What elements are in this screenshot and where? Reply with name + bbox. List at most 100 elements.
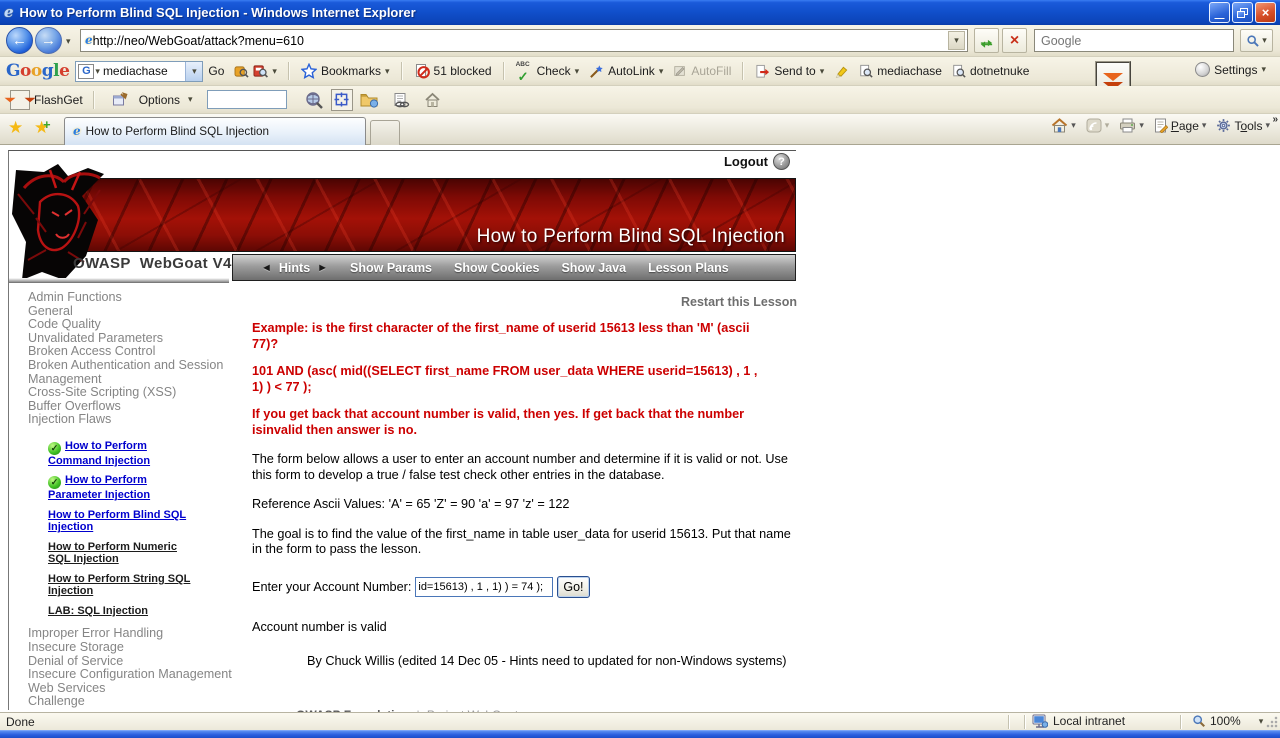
bookmarks-button[interactable]: Bookmarks ▾ [301, 63, 390, 79]
chevron-down-icon: ▾ [1071, 120, 1076, 131]
sidebar-category[interactable]: Insecure Storage [28, 641, 240, 655]
address-field[interactable]: e ▾ [80, 29, 968, 52]
sidebar-category[interactable]: General [28, 305, 240, 319]
status-bar: Done Local intranet 100% ▾ [0, 712, 1280, 730]
sidebar-category[interactable]: Broken Access Control [28, 345, 240, 359]
google-g-icon: G [78, 64, 94, 79]
page-menu-button[interactable]: Page ▾ [1154, 118, 1207, 133]
lesson-link[interactable]: How to Perform Command Injection [48, 440, 150, 467]
menu-item[interactable]: Lesson Plans [648, 261, 729, 275]
combo-dropdown-button[interactable]: ▾ [185, 62, 202, 81]
back-button[interactable]: ← [6, 27, 33, 54]
favorites-button[interactable]: ★ [8, 119, 23, 137]
site-search-dotnetnuke[interactable]: dotnetnuke [952, 64, 1029, 78]
hint-next-icon[interactable]: ► [317, 262, 328, 274]
forward-button[interactable]: → [35, 27, 62, 54]
sidebar-category[interactable]: Insecure Configuration Management [28, 668, 240, 682]
sidebar-category[interactable]: Unvalidated Parameters [28, 332, 240, 346]
search-site-button[interactable]: ▾ [234, 64, 277, 78]
minimize-button[interactable]: — [1209, 2, 1230, 23]
google-search-combo[interactable]: G ▾ mediachase ▾ [75, 61, 203, 82]
flashget-menu-button[interactable]: FlashGet [10, 90, 83, 110]
highlighter-button[interactable] [834, 64, 849, 79]
site-search-mediachase[interactable]: mediachase [859, 64, 942, 78]
zoom-control[interactable]: 100% ▾ [1192, 714, 1263, 728]
new-tab-stub[interactable] [370, 120, 400, 145]
hint-paragraph: 101 AND (asc( mid((SELECT first_name FRO… [252, 364, 767, 395]
chevron-down-icon[interactable]: ▾ [1259, 716, 1264, 727]
site-explorer-icon[interactable] [304, 91, 324, 109]
url-dropdown-button[interactable]: ▾ [948, 31, 965, 50]
sidebar-lesson[interactable]: ✓How to Perform Parameter Injection [48, 474, 200, 502]
stop-button[interactable]: × [1002, 28, 1027, 53]
flashget-home-icon[interactable] [424, 92, 441, 108]
home-button[interactable]: ▾ [1051, 118, 1076, 133]
search-box[interactable] [1034, 29, 1234, 52]
menu-item[interactable]: Show Params [350, 261, 432, 275]
account-number-input[interactable] [415, 577, 553, 597]
toolbar-overflow-button[interactable]: » [1272, 114, 1278, 125]
send-to-button[interactable]: Send to ▾ [755, 64, 824, 79]
sidebar-category[interactable]: Denial of Service [28, 655, 240, 669]
popup-blocker-button[interactable]: 51 blocked [414, 63, 492, 79]
print-button[interactable]: ▾ [1119, 118, 1144, 133]
spellcheck-button[interactable]: ABC✓ Check ▾ [516, 63, 580, 80]
blocked-count-label: 51 blocked [434, 64, 492, 78]
lesson-link[interactable]: LAB: SQL Injection [48, 605, 148, 617]
go-button[interactable]: Go! [557, 576, 589, 598]
autofill-label: AutoFill [691, 64, 731, 78]
sidebar-lesson[interactable]: LAB: SQL Injection [48, 605, 200, 618]
sidebar-category[interactable]: Admin Functions [28, 291, 240, 305]
menu-item[interactable]: Show Cookies [454, 261, 539, 275]
sidebar-category[interactable]: Broken Authentication and Session Manage… [28, 359, 240, 386]
flashget-search-input[interactable] [207, 90, 287, 109]
autolink-button[interactable]: AutoLink ▾ [589, 64, 663, 79]
restore-button[interactable] [1232, 2, 1253, 23]
sidebar-category[interactable]: Code Quality [28, 318, 240, 332]
sidebar-lesson[interactable]: How to Perform Numeric SQL Injection [48, 541, 200, 566]
tools-menu-button[interactable]: Tools ▾ [1216, 118, 1270, 133]
tab-active[interactable]: e How to Perform Blind SQL Injection [64, 117, 366, 145]
flashget-options-button[interactable]: Options ▾ [105, 92, 193, 108]
settings-button[interactable]: Settings ▾ [1195, 62, 1266, 77]
add-favorite-button[interactable]: ★+ [34, 119, 49, 137]
url-input[interactable] [93, 34, 948, 48]
sidebar-category[interactable]: Cross-Site Scripting (XSS) [28, 386, 240, 400]
go-button[interactable]: Go [208, 64, 224, 78]
tools-label-rest: ols [1247, 119, 1262, 133]
refresh-button[interactable] [974, 28, 999, 53]
sidebar-lesson[interactable]: How to Perform String SQL Injection [48, 573, 200, 598]
menu-item[interactable]: Show Java [561, 261, 626, 275]
completed-check-icon: ✓ [48, 442, 61, 455]
search-go-button[interactable]: ▾ [1240, 29, 1273, 52]
close-button[interactable]: × [1255, 2, 1276, 23]
sidebar-category[interactable]: Improper Error Handling [28, 627, 240, 641]
sidebar-category[interactable]: Injection Flaws [28, 413, 240, 427]
help-button[interactable]: ? [773, 153, 790, 170]
logout-button[interactable]: Logout [724, 154, 768, 169]
sidebar-category[interactable]: Web Services [28, 682, 240, 696]
lesson-link[interactable]: How to Perform Blind SQL Injection [48, 509, 186, 534]
search-input[interactable] [1041, 34, 1227, 48]
download-all-icon[interactable] [393, 92, 410, 108]
sidebar-lesson[interactable]: How to Perform Blind SQL Injection [48, 509, 200, 534]
hint-prev-icon[interactable]: ◄ [261, 262, 272, 274]
windows-taskbar-edge[interactable] [0, 730, 1280, 738]
security-zone[interactable]: Local intranet [1032, 714, 1125, 728]
download-folder-icon[interactable] [360, 92, 379, 108]
feeds-button[interactable]: ▾ [1086, 118, 1110, 133]
home-icon [1051, 118, 1068, 133]
menu-hints[interactable]: Hints [279, 261, 310, 275]
sidebar-category[interactable]: Challenge [28, 695, 240, 709]
lesson-link[interactable]: How to Perform String SQL Injection [48, 573, 190, 598]
history-dropdown[interactable]: ▾ [66, 36, 71, 47]
lesson-link[interactable]: How to Perform Numeric SQL Injection [48, 541, 177, 566]
capture-target-button[interactable] [331, 89, 353, 111]
lesson-link[interactable]: How to Perform Parameter Injection [48, 474, 150, 501]
sidebar-category[interactable]: Buffer Overflows [28, 400, 240, 414]
autofill-button[interactable]: AutoFill [673, 64, 731, 78]
restart-lesson-link[interactable]: Restart this Lesson [252, 295, 797, 309]
resize-grip[interactable] [1266, 716, 1278, 728]
sidebar-lesson[interactable]: ✓How to Perform Command Injection [48, 440, 200, 468]
zoom-magnifier-icon [1192, 714, 1206, 728]
